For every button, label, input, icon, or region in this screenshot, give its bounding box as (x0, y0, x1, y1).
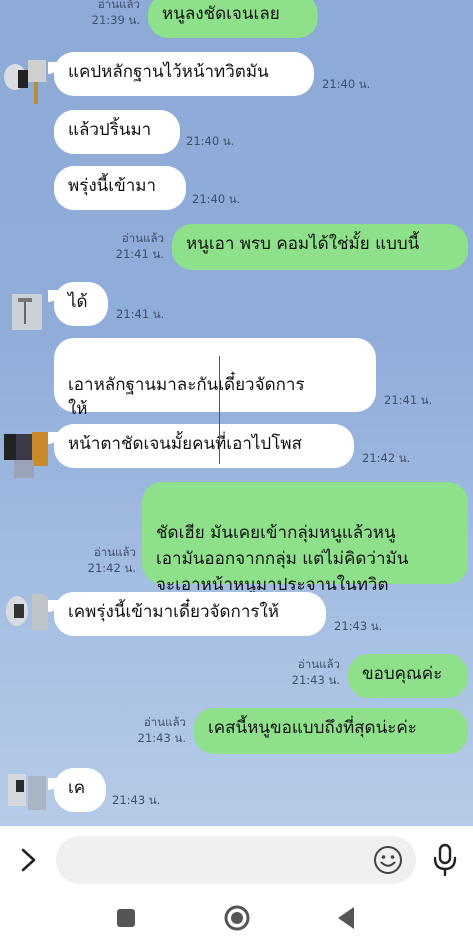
message-text: แล้วปริ้นมา (68, 120, 152, 140)
message-text: ขอบคุณค่ะ (362, 664, 443, 684)
message-text: เค (68, 778, 86, 798)
avatar[interactable] (4, 428, 48, 482)
message-text: ชัดเฮีย มันเคยเข้ากลุ่มหนูแล้วหนู เอามัน… (156, 523, 409, 595)
message-text: ได้ (68, 292, 88, 312)
message-bubble-incoming[interactable]: ได้ (54, 282, 108, 326)
message-bubble-outgoing[interactable]: ชัดเฮีย มันเคยเข้ากลุ่มหนูแล้วหนู เอามัน… (142, 482, 468, 595)
triangle-back-icon[interactable] (326, 902, 366, 934)
microphone-icon[interactable] (430, 842, 460, 878)
message-time: 21:40 น. (192, 192, 241, 206)
message-time: 21:41 น. (384, 393, 433, 407)
message-time: 21:41 น. (115, 247, 164, 261)
message-bubble-incoming[interactable]: แล้วปริ้นมา (54, 110, 180, 154)
read-receipt: อ่านแล้ว (143, 715, 186, 729)
message-bubble-outgoing[interactable]: หนูเอา พรบ คอมได้ใช่มั้ย แบบนี้ (172, 224, 468, 270)
avatar[interactable] (4, 770, 48, 818)
message-input[interactable] (56, 836, 416, 884)
message-input-bar (0, 826, 473, 894)
message-time: 21:42 น. (362, 451, 411, 465)
smiley-icon[interactable] (372, 844, 404, 876)
message-meta: อ่านแล้ว 21:42 น. (62, 544, 136, 576)
message-text: หนูเอา พรบ คอมได้ใช่มั้ย แบบนี้ (186, 234, 420, 254)
system-navigation-bar (0, 894, 473, 943)
message-time: 21:41 น. (116, 307, 165, 321)
message-time: 21:43 น. (112, 793, 161, 807)
message-bubble-incoming[interactable]: เคพรุ่งนี้เข้ามาเดี๋ยวจัดการให้ (54, 592, 326, 636)
avatar[interactable] (4, 56, 48, 104)
message-time: 21:40 น. (186, 134, 235, 148)
message-meta: อ่านแล้ว 21:39 น. (70, 0, 140, 28)
message-meta: อ่านแล้ว 21:43 น. (270, 656, 340, 688)
message-bubble-incoming[interactable]: เค (54, 768, 106, 812)
message-text: พรุ่งนี้เข้ามา (68, 176, 156, 196)
message-bubble-outgoing[interactable]: เคสนี้หนูขอแบบถึงที่สุดน่ะค่ะ (194, 708, 468, 754)
text-caret (219, 356, 220, 464)
chat-area[interactable]: อ่านแล้ว 21:39 น. หนูลงชัดเจนเลย แคปหลัก… (0, 0, 473, 826)
circle-home-icon[interactable] (217, 902, 257, 934)
message-text: เอาหลักฐานมาละกันเดี๋ยวจัดการ ให้ (68, 375, 305, 419)
message-text: หนูลงชัดเจนเลย (162, 4, 280, 24)
read-receipt: อ่านแล้ว (297, 657, 340, 671)
read-receipt: อ่านแล้ว (121, 231, 164, 245)
read-receipt: อ่านแล้ว (97, 0, 140, 11)
message-bubble-incoming[interactable]: หน้าตาชัดเจนมั้ยคนที่เอาไปโพส (54, 424, 354, 468)
message-text: เคสนี้หนูขอแบบถึงที่สุดน่ะค่ะ (208, 718, 417, 738)
message-time: 21:43 น. (291, 673, 340, 687)
message-meta: อ่านแล้ว 21:43 น. (116, 714, 186, 746)
message-text: แคปหลักฐานไว้หน้าทวิตมัน (68, 62, 269, 82)
message-time: 21:39 น. (91, 13, 140, 27)
message-bubble-incoming[interactable]: เอาหลักฐานมาละกันเดี๋ยวจัดการ ให้ (54, 338, 376, 419)
message-time: 21:42 น. (87, 561, 136, 575)
message-text: หน้าตาชัดเจนมั้ยคนที่เอาไปโพส (68, 434, 302, 454)
message-bubble-incoming[interactable]: แคปหลักฐานไว้หน้าทวิตมัน (54, 52, 314, 96)
read-receipt: อ่านแล้ว (93, 545, 136, 559)
avatar[interactable] (4, 284, 48, 332)
chevron-right-icon[interactable] (18, 846, 40, 874)
message-bubble-outgoing[interactable]: ขอบคุณค่ะ (348, 654, 468, 698)
message-bubble-outgoing[interactable]: หนูลงชัดเจนเลย (148, 0, 318, 38)
message-time: 21:43 น. (137, 731, 186, 745)
avatar[interactable] (4, 594, 48, 642)
square-recent-apps-icon[interactable] (106, 902, 146, 934)
message-time: 21:43 น. (334, 619, 383, 633)
message-time: 21:40 น. (322, 77, 371, 91)
message-text: เคพรุ่งนี้เข้ามาเดี๋ยวจัดการให้ (68, 602, 280, 622)
message-meta: อ่านแล้ว 21:41 น. (96, 230, 164, 262)
message-bubble-incoming[interactable]: พรุ่งนี้เข้ามา (54, 166, 186, 210)
